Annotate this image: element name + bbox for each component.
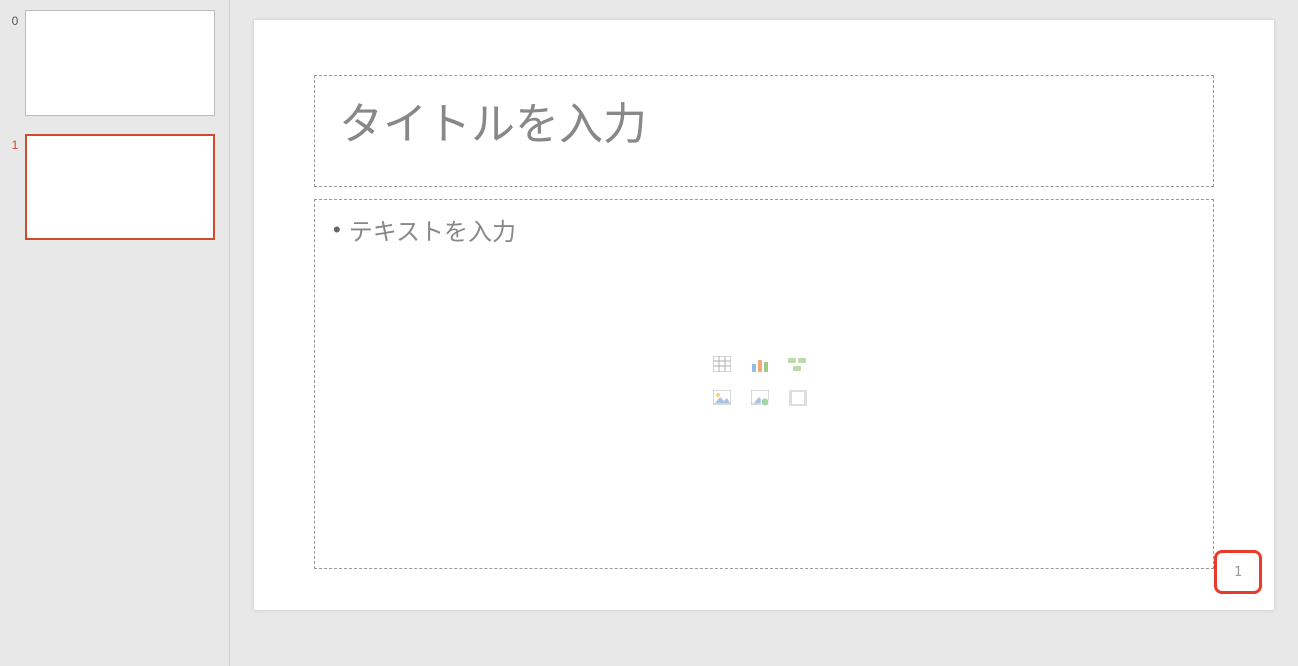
video-icon[interactable] bbox=[788, 389, 808, 407]
slide-canvas[interactable]: タイトルを入力 • テキストを入力 bbox=[254, 20, 1274, 610]
page-number-highlight: 1 bbox=[1214, 550, 1262, 594]
insert-content-icons bbox=[712, 355, 816, 413]
chart-icon[interactable] bbox=[750, 355, 770, 373]
content-bullet-line: • テキストを入力 bbox=[333, 212, 1195, 247]
slide-page-number: 1 bbox=[1234, 565, 1242, 580]
thumbnail-index: 1 bbox=[5, 134, 25, 152]
content-placeholder[interactable]: • テキストを入力 bbox=[314, 199, 1214, 569]
smartart-icon[interactable] bbox=[788, 355, 808, 373]
thumbnail-index: 0 bbox=[5, 10, 25, 28]
picture-icon[interactable] bbox=[712, 389, 732, 407]
online-picture-icon[interactable] bbox=[750, 389, 770, 407]
title-placeholder[interactable]: タイトルを入力 bbox=[314, 75, 1214, 187]
table-icon[interactable] bbox=[712, 355, 732, 373]
slide-thumbnail-panel: 0 1 bbox=[0, 0, 230, 666]
thumbnail-wrapper-0: 0 bbox=[5, 10, 224, 116]
slide-thumbnail-1[interactable] bbox=[25, 134, 215, 240]
bullet-icon: • bbox=[333, 217, 341, 243]
thumbnail-wrapper-1: 1 bbox=[5, 134, 224, 240]
content-placeholder-text: テキストを入力 bbox=[349, 212, 516, 247]
slide-thumbnail-0[interactable] bbox=[25, 10, 215, 116]
title-placeholder-text: タイトルを入力 bbox=[339, 100, 647, 149]
slide-editor-area: タイトルを入力 • テキストを入力 bbox=[230, 0, 1298, 666]
